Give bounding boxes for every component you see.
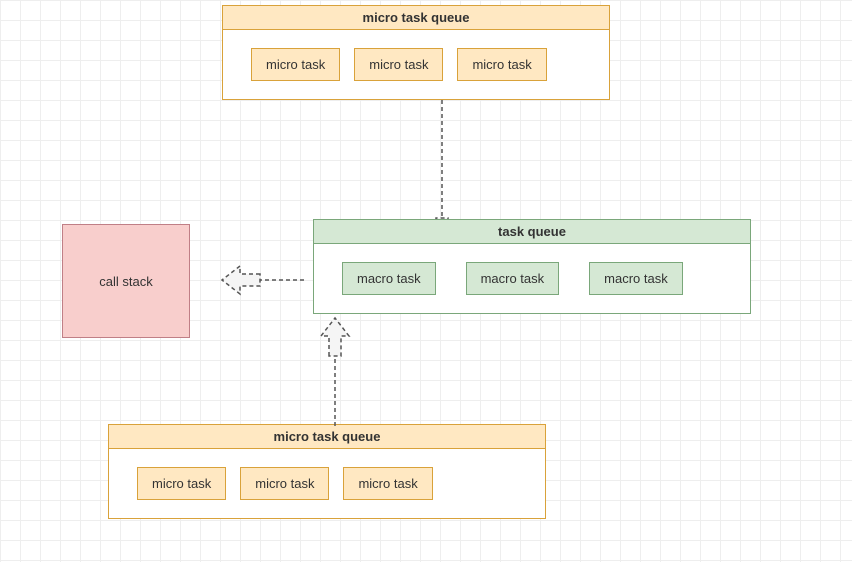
task-queue: task queue macro task macro task macro t… [313, 219, 751, 314]
micro-task-item: micro task [137, 467, 226, 500]
micro-queue-bottom-body: micro task micro task micro task [109, 449, 545, 518]
micro-task-item: micro task [251, 48, 340, 81]
task-queue-title: task queue [314, 220, 750, 244]
micro-queue-top-title: micro task queue [223, 6, 609, 30]
macro-task-item: macro task [342, 262, 436, 295]
arrow-left-icon [210, 260, 304, 300]
call-stack: call stack [62, 224, 190, 338]
micro-queue-bottom-title: micro task queue [109, 425, 545, 449]
arrow-up-bottom-icon [315, 314, 355, 426]
micro-task-queue-bottom: micro task queue micro task micro task m… [108, 424, 546, 519]
micro-task-item: micro task [343, 467, 432, 500]
micro-task-item: micro task [240, 467, 329, 500]
macro-task-item: macro task [466, 262, 560, 295]
micro-task-item: micro task [354, 48, 443, 81]
micro-task-item: micro task [457, 48, 546, 81]
micro-queue-top-body: micro task micro task micro task [223, 30, 609, 99]
micro-task-queue-top: micro task queue micro task micro task m… [222, 5, 610, 100]
call-stack-label: call stack [99, 274, 152, 289]
macro-task-item: macro task [589, 262, 683, 295]
task-queue-body: macro task macro task macro task [314, 244, 750, 313]
